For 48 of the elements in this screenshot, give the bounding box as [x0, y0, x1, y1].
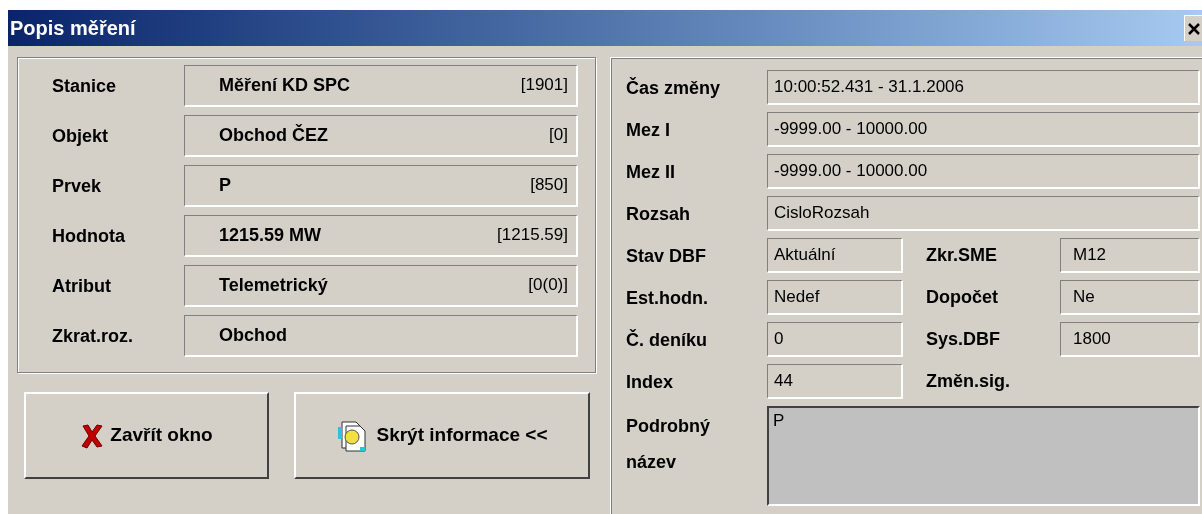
cross-icon [80, 422, 105, 449]
field-label: Atribut [51, 274, 112, 298]
detail-value: Nedef [767, 280, 903, 315]
detail-label: Změn.sig. [925, 370, 1011, 393]
detail-value: -9999.00 - 10000.00 [767, 154, 1200, 189]
field-label: Zkrat.roz. [51, 324, 135, 348]
detail-value: Ne [1060, 280, 1200, 315]
window-title: Popis měření [10, 16, 136, 41]
field-value: P [219, 174, 231, 197]
detail-value: 44 [767, 364, 903, 399]
field-label: Prvek [51, 174, 103, 198]
detail-label: Dopočet [925, 286, 999, 309]
hide-info-button[interactable]: Skrýt informace << [294, 392, 590, 479]
detail-label: Č. deníku [626, 328, 708, 351]
detail-label: Est.hodn. [626, 286, 709, 309]
detail-value: 1800 [1060, 322, 1200, 357]
detail-label: Sys.DBF [925, 328, 1002, 351]
detail-label: Podrobný název [626, 415, 711, 474]
close-icon [1186, 21, 1201, 36]
close-window-button[interactable]: Zavřít okno [24, 392, 269, 479]
detail-label: Zkr.SME [925, 244, 999, 267]
field-value: Telemetrický [219, 274, 328, 297]
detail-label: Rozsah [626, 202, 691, 225]
field-code: [1215.59] [497, 224, 568, 246]
detail-value: M12 [1060, 238, 1200, 273]
field-value: Obchod ČEZ [219, 123, 328, 147]
detail-value: -9999.00 - 10000.00 [767, 112, 1200, 147]
detail-label: Mez II [626, 160, 676, 183]
detail-value: 0 [767, 322, 903, 357]
field-label: Hodnota [51, 224, 126, 248]
detail-value: 10:00:52.431 - 31.1.2006 [767, 70, 1200, 105]
detail-label: Stav DBF [626, 244, 707, 267]
detail-text-area: P [767, 406, 1200, 506]
detail-label: Mez I [626, 118, 671, 141]
field-value: Obchod [219, 324, 287, 347]
field-code: [0] [549, 124, 568, 146]
detail-value: Aktuální [767, 238, 903, 273]
field-value: Měření KD SPC [219, 74, 351, 97]
field-value: 1215.59 MW [219, 224, 322, 247]
close-button[interactable] [1184, 15, 1202, 41]
detail-label: Index [626, 370, 674, 393]
field-label: Stanice [51, 74, 118, 98]
field-code: [850] [530, 174, 568, 196]
detail-label: Čas změny [626, 76, 722, 99]
field-code: [1901] [520, 74, 568, 96]
field-label: Objekt [51, 124, 109, 148]
detail-value: CisloRozsah [767, 196, 1200, 231]
field-code: [0(0)] [528, 274, 568, 296]
